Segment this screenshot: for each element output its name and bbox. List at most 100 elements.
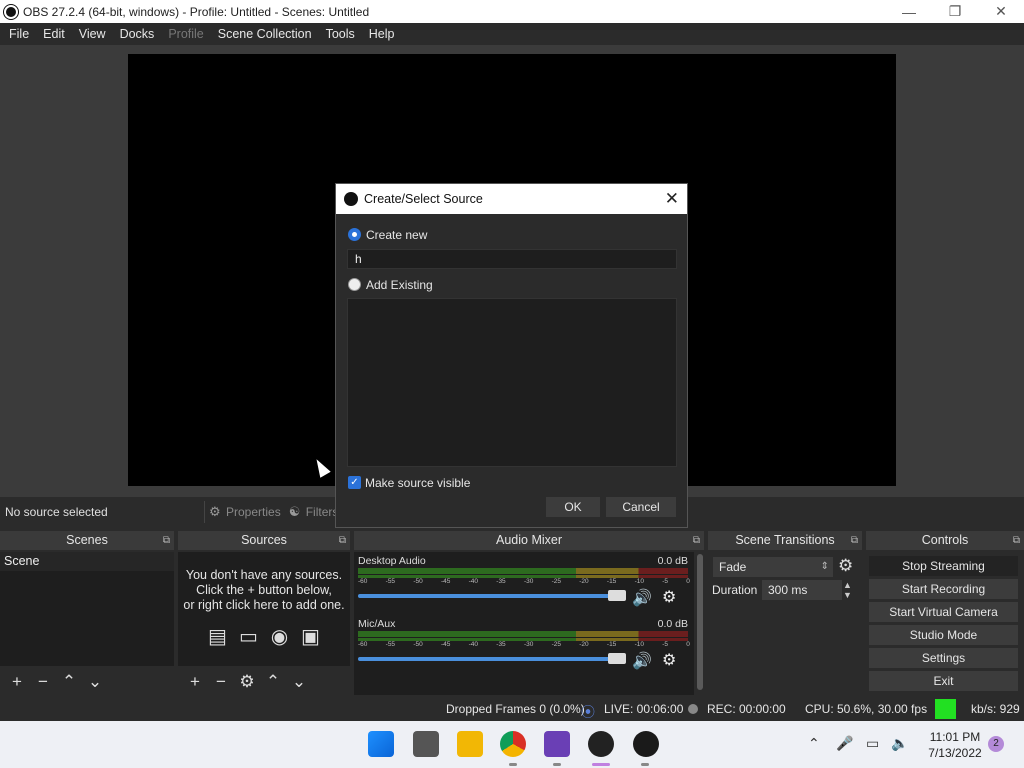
meter-ticks: -60 -55 -50 -45 -40 -35 -30 -25 -20 -15 -10 -5 0 (358, 578, 690, 585)
speaker-icon[interactable]: 🔊 (632, 588, 656, 607)
status-bar: Dropped Frames 0 (0.0%) ⦿ LIVE: 00:06:00… (0, 697, 1024, 721)
close-window-button[interactable]: ✕ (978, 0, 1024, 23)
menu-profile[interactable]: Profile (161, 27, 210, 41)
exit-button[interactable]: Exit (869, 671, 1018, 691)
remove-scene-button[interactable]: − (30, 672, 56, 692)
undock-icon[interactable]: ⧉ (851, 531, 858, 550)
menu-file[interactable]: File (2, 27, 36, 41)
network-icon[interactable]: ▭ (866, 735, 879, 752)
notification-badge[interactable]: 2 (988, 736, 1004, 752)
empty-line: You don't have any sources. (185, 568, 343, 582)
source-name-input[interactable]: h (347, 249, 677, 269)
duration-spinner[interactable]: ▲ ▼ (843, 580, 852, 600)
volume-slider[interactable] (358, 594, 624, 598)
scrollbar-thumb[interactable] (697, 554, 703, 690)
move-down-button[interactable]: ⌄ (82, 672, 108, 692)
tick-label: -30 (523, 578, 534, 585)
start-virtual-camera-button[interactable]: Start Virtual Camera (869, 602, 1018, 622)
move-up-button[interactable]: ⌃ (56, 672, 82, 692)
undock-icon[interactable]: ⧉ (1013, 531, 1020, 550)
taskbar-clock[interactable]: 11:01 PM 7/13/2022 (920, 729, 990, 761)
menu-help[interactable]: Help (362, 27, 402, 41)
file-explorer-icon[interactable] (457, 731, 483, 757)
divider (204, 501, 205, 523)
tick-label: -60 (358, 641, 368, 648)
wordpress-icon[interactable] (633, 731, 659, 757)
tick-label: -20 (579, 641, 589, 648)
sources-list[interactable]: You don't have any sources. Click the + … (178, 552, 350, 666)
start-recording-button[interactable]: Start Recording (869, 579, 1018, 599)
menu-bar: File Edit View Docks Profile Scene Colle… (0, 23, 1024, 45)
scenes-title-label: Scenes (66, 533, 108, 547)
duration-input[interactable]: 300 ms (762, 580, 842, 600)
tick-label: 0 (686, 641, 690, 648)
meter-ticks: -60 -55 -50 -45 -40 -35 -30 -25 -20 -15 -10 -5 0 (358, 641, 690, 648)
stop-streaming-button[interactable]: Stop Streaming (869, 556, 1018, 576)
undock-icon[interactable]: ⧉ (163, 531, 170, 550)
undock-icon[interactable]: ⧉ (339, 531, 346, 550)
menu-docks[interactable]: Docks (113, 27, 162, 41)
gear-icon[interactable]: ⚙ (662, 650, 680, 669)
mixer-body: Desktop Audio 0.0 dB -60 -55 -50 -45 -40 -35-… (354, 552, 694, 695)
filters-button[interactable]: ☯ Filters (289, 505, 339, 520)
audio-track: Mic/Aux 0.0 dB -60 -55 -50 -45 -40 -35 -30 -25-… (358, 615, 690, 675)
transition-select[interactable]: Fade ⇕ (713, 557, 833, 577)
tick-label: -55 (385, 641, 396, 648)
maximize-button[interactable]: ❐ (932, 0, 978, 23)
empty-sources-message: You don't have any sources. Click the + … (178, 552, 350, 613)
menu-tools[interactable]: Tools (319, 27, 362, 41)
make-visible-label: Make source visible (365, 476, 471, 490)
menu-edit[interactable]: Edit (36, 27, 72, 41)
audio-mixer-dock: Audio Mixer ⧉ Desktop Audio 0.0 dB -60 -5… (354, 531, 704, 695)
chevron-up-icon[interactable]: ⌃ (808, 735, 820, 752)
image-icon: ▤ (208, 626, 227, 648)
move-down-button[interactable]: ⌄ (286, 672, 312, 692)
mixer-scrollbar[interactable] (696, 552, 704, 691)
tick-label: -30 (523, 641, 534, 648)
chrome-icon[interactable] (500, 731, 526, 757)
gear-icon: ⚙ (209, 504, 221, 519)
menu-scene-collection[interactable]: Scene Collection (211, 27, 319, 41)
minimize-button[interactable]: — (886, 0, 932, 23)
tick-label: -5 (662, 641, 668, 648)
windows-start-icon[interactable] (368, 731, 394, 757)
add-source-button[interactable]: + (182, 672, 208, 692)
record-indicator-icon (688, 704, 698, 714)
mixer-title: Audio Mixer ⧉ (354, 531, 704, 550)
add-existing-radio[interactable] (348, 278, 361, 291)
studio-mode-button[interactable]: Studio Mode (869, 625, 1018, 645)
cancel-button[interactable]: Cancel (606, 497, 676, 517)
volume-slider-handle[interactable] (608, 590, 626, 601)
gear-icon[interactable]: ⚙ (662, 587, 680, 606)
list-item[interactable]: Scene (0, 552, 174, 571)
app-icon[interactable] (544, 731, 570, 757)
live-timer: LIVE: 00:06:00 (604, 702, 684, 716)
speaker-icon[interactable]: 🔊 (632, 651, 656, 670)
microphone-icon[interactable]: 🎤 (836, 735, 853, 752)
remove-source-button[interactable]: − (208, 672, 234, 692)
tick-label: -60 (358, 578, 368, 585)
create-new-radio[interactable] (348, 228, 361, 241)
existing-sources-list[interactable] (347, 298, 677, 467)
source-properties-button[interactable]: ⚙ (234, 672, 260, 692)
filters-label: Filters (305, 505, 339, 519)
add-scene-button[interactable]: + (4, 672, 30, 692)
gear-icon[interactable]: ⚙ (838, 556, 853, 576)
move-up-button[interactable]: ⌃ (260, 672, 286, 692)
undock-icon[interactable]: ⧉ (693, 531, 700, 550)
properties-button[interactable]: ⚙ Properties (209, 504, 281, 520)
volume-slider-handle[interactable] (608, 653, 626, 664)
volume-icon[interactable]: 🔈 (891, 735, 908, 752)
settings-button[interactable]: Settings (869, 648, 1018, 668)
volume-slider[interactable] (358, 657, 624, 661)
sources-dock: Sources ⧉ You don't have any sources. Cl… (178, 531, 350, 695)
tick-label: 0 (686, 578, 690, 585)
make-visible-checkbox[interactable]: ✓ (348, 476, 361, 489)
menu-view[interactable]: View (72, 27, 113, 41)
close-icon[interactable]: ✕ (665, 189, 679, 209)
track-db: 0.0 dB (657, 618, 688, 630)
obs-taskbar-icon[interactable] (588, 731, 614, 757)
task-view-icon[interactable] (413, 731, 439, 757)
ok-button[interactable]: OK (546, 497, 600, 517)
dropped-frames: Dropped Frames 0 (0.0%) (446, 702, 585, 716)
